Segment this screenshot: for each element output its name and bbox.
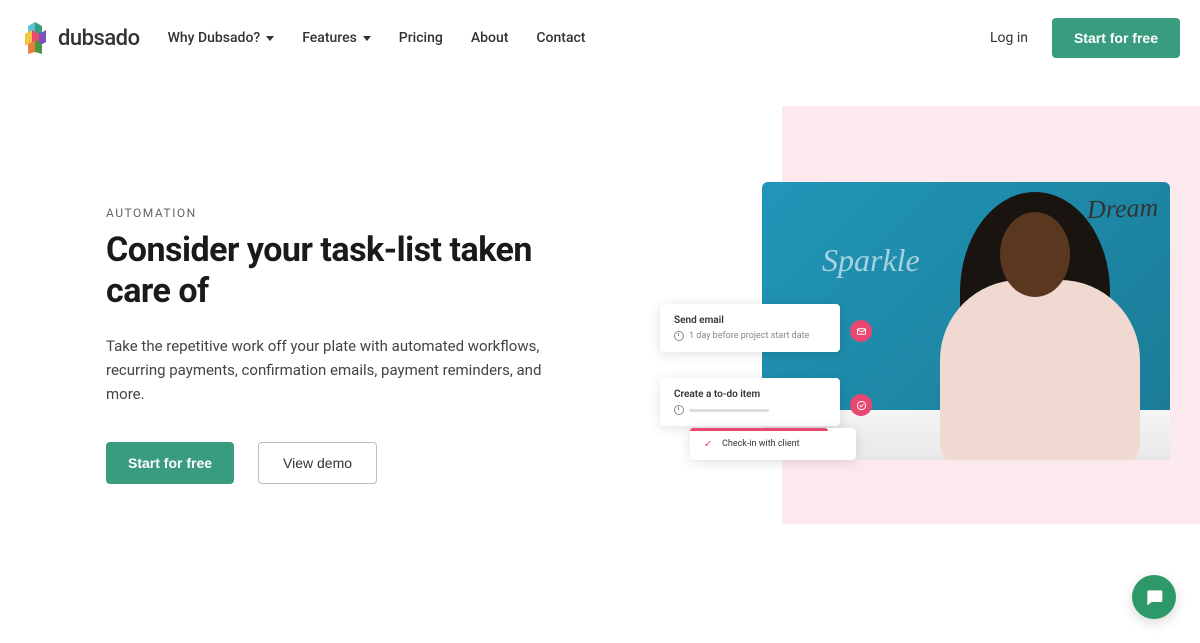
workflow-card-send-email: Send email 1 day before project start da… [660,304,840,352]
card-meta: 1 day before project start date [674,331,826,341]
main-nav: Why Dubsado? Features Pricing About Cont… [168,30,586,46]
card-title: Create a to-do item [674,389,826,400]
wall-art-sparkle: Sparkle [822,242,920,279]
chat-icon [1144,587,1164,607]
nav-label: Contact [536,30,585,46]
hero-content: AUTOMATION Consider your task-list taken… [0,106,600,484]
chevron-down-icon [363,36,371,41]
photo-person-body [940,280,1140,460]
nav-pricing[interactable]: Pricing [399,30,443,46]
view-demo-button[interactable]: View demo [258,442,377,484]
wall-art-dream: Dream [1086,193,1158,225]
hero-headline: Consider your task-list taken care of [106,230,580,312]
header-cta-button[interactable]: Start for free [1052,18,1180,58]
nav-why-dubsado[interactable]: Why Dubsado? [168,30,275,46]
nav-label: About [471,30,509,46]
clock-icon [674,405,684,415]
hero-eyebrow: AUTOMATION [106,206,580,220]
nav-label: Features [302,30,357,46]
card-meta-text: 1 day before project start date [689,331,809,341]
workflow-card-checkin: ✓ Check-in with client [690,428,856,460]
brand-name: dubsado [58,26,140,51]
card-row: ✓ Check-in with client [704,439,842,449]
login-link[interactable]: Log in [990,30,1028,46]
card-text: Check-in with client [722,439,800,449]
card-meta [674,405,826,415]
start-free-button[interactable]: Start for free [106,442,234,484]
card-accent-bar [690,428,828,431]
hero-subtext: Take the repetitive work off your plate … [106,334,546,406]
header: dubsado Why Dubsado? Features Pricing Ab… [0,0,1200,76]
chat-widget-button[interactable] [1132,575,1176,619]
logo[interactable]: dubsado [20,20,140,56]
logo-icon [20,20,50,56]
checkmark-icon: ✓ [704,439,714,449]
nav-label: Why Dubsado? [168,30,261,46]
hero-section: Dream Sparkle Send email 1 day before pr… [0,106,1200,484]
nav-contact[interactable]: Contact [536,30,585,46]
nav-features[interactable]: Features [302,30,371,46]
placeholder-line [689,409,769,412]
photo-person-head [1000,212,1070,297]
card-title: Send email [674,315,826,326]
chevron-down-icon [266,36,274,41]
nav-about[interactable]: About [471,30,509,46]
header-right: Log in Start for free [990,18,1180,58]
nav-label: Pricing [399,30,443,46]
check-badge-icon [850,394,872,416]
workflow-card-todo: Create a to-do item [660,378,840,426]
clock-icon [674,331,684,341]
cta-row: Start for free View demo [106,442,580,484]
email-badge-icon [850,320,872,342]
